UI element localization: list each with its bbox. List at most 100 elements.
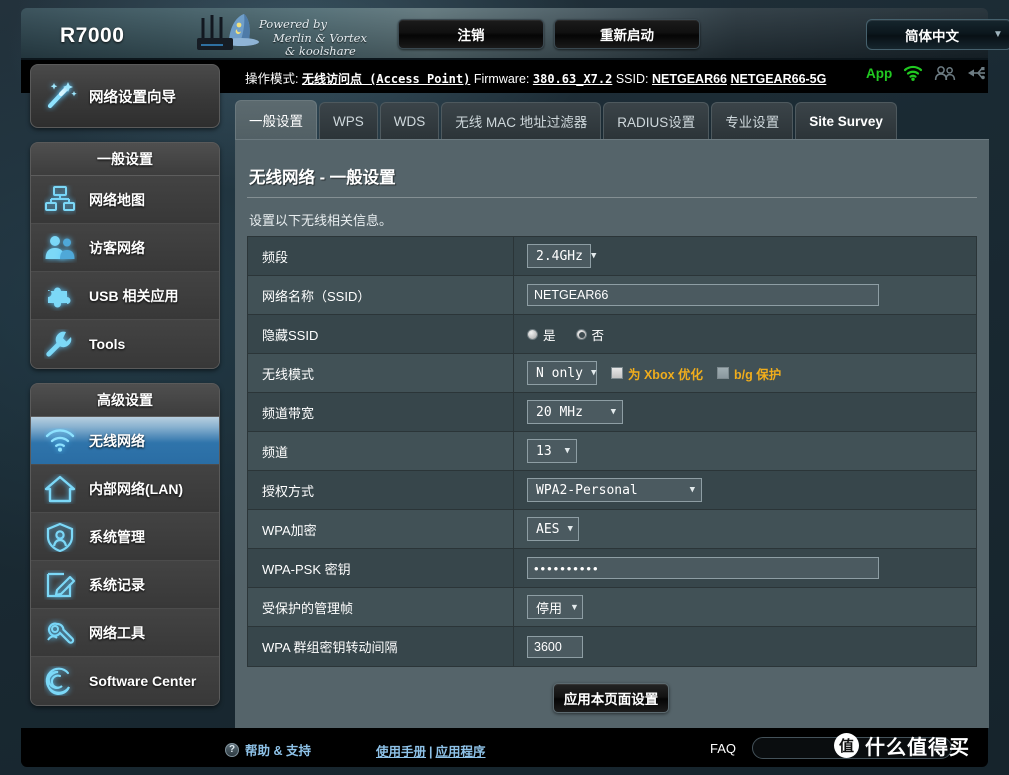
sidebar-group-advanced: 高级设置 无线网络 内部网络(LAN) 系统管理 系统记录 网络工具 Softw… — [30, 383, 220, 706]
manual-link[interactable]: 使用手册 — [376, 745, 426, 759]
sidebar-item-guest-network[interactable]: 访客网络 — [31, 224, 219, 272]
sidebar-item-network-tools[interactable]: 网络工具 — [31, 609, 219, 657]
hide-ssid-yes[interactable]: 是 — [527, 325, 556, 344]
tab-mac-filter[interactable]: 无线 MAC 地址过滤器 — [441, 102, 602, 139]
question-icon: ? — [225, 742, 239, 757]
sidebar-item-lan[interactable]: 内部网络(LAN) — [31, 465, 219, 513]
checkbox-icon — [611, 367, 623, 379]
tab-wps[interactable]: WPS — [319, 102, 378, 139]
user-admin-icon — [31, 522, 89, 552]
language-dropdown[interactable]: 简体中文 ▼ — [866, 19, 1009, 50]
page-title: 无线网络 - 一般设置 — [249, 169, 396, 187]
language-dropdown-value: 简体中文 — [905, 28, 959, 44]
row-label: WPA 群组密钥转动间隔 — [248, 627, 514, 666]
row-value: 13 ▼ — [514, 432, 976, 470]
wifi-icon[interactable] — [903, 65, 923, 81]
ssid-2g-link[interactable]: NETGEAR66 — [652, 72, 727, 86]
table-row: 隐藏SSID 是 否 — [248, 315, 976, 354]
bg-protection-checkbox[interactable]: b/g 保护 — [717, 364, 781, 383]
network-map-icon — [31, 185, 89, 215]
sidebar-item-software-center[interactable]: Software Center — [31, 657, 219, 705]
checkbox-label: 为 Xbox 优化 — [628, 367, 704, 382]
sidebar-item-usb-application[interactable]: USB 相关应用 — [31, 272, 219, 320]
sidebar-item-network-wizard[interactable]: 网络设置向导 — [31, 65, 219, 127]
chevron-down-icon: ▼ — [570, 602, 579, 612]
table-row: 频段 2.4GHz ▼ — [248, 237, 976, 276]
wpa-encryption-select[interactable]: AES ▼ — [527, 517, 579, 541]
users-icon[interactable] — [934, 65, 956, 81]
table-row: 授权方式 WPA2-Personal ▼ — [248, 471, 976, 510]
row-value: 20 MHz ▼ — [514, 393, 976, 431]
ssid-5g-link[interactable]: NETGEAR66-5G — [731, 72, 827, 86]
sidebar-item-label: 系统记录 — [89, 576, 145, 593]
watermark-badge: 值 — [834, 733, 859, 758]
sidebar-item-wireless[interactable]: 无线网络 — [31, 417, 219, 465]
reboot-button[interactable]: 重新启动 — [554, 19, 700, 49]
debian-swirl-icon — [31, 666, 89, 696]
wifi-icon — [31, 428, 89, 454]
home-icon — [31, 474, 89, 504]
row-label: 无线模式 — [248, 354, 514, 392]
sidebar-item-label: 内部网络(LAN) — [89, 480, 184, 497]
sidebar-item-administration[interactable]: 系统管理 — [31, 513, 219, 561]
sidebar-item-label: 网络地图 — [89, 191, 145, 208]
protected-management-frames-select[interactable]: 停用 ▼ — [527, 595, 583, 619]
channel-select[interactable]: 13 ▼ — [527, 439, 577, 463]
wpa-group-key-rotation-input[interactable]: 3600 — [527, 635, 583, 658]
row-label: 受保护的管理帧 — [248, 588, 514, 626]
tab-general[interactable]: 一般设置 — [235, 100, 317, 139]
logout-button[interactable]: 注销 — [398, 19, 544, 49]
apps-link[interactable]: 应用程序 — [436, 745, 486, 759]
row-label: WPA-PSK 密钥 — [248, 549, 514, 587]
sidebar-item-network-map[interactable]: 网络地图 — [31, 176, 219, 224]
status-icon-group: App — [866, 65, 987, 81]
authentication-method-value: WPA2-Personal — [536, 482, 638, 498]
sidebar-item-system-log[interactable]: 系统记录 — [31, 561, 219, 609]
row-value: 停用 ▼ — [514, 588, 976, 626]
firmware-version[interactable]: 380.63_X7.2 — [533, 72, 612, 86]
hide-ssid-no[interactable]: 否 — [575, 325, 604, 344]
wpa-psk-input[interactable]: •••••••••• — [527, 557, 879, 579]
ssid-input[interactable]: NETGEAR66 — [527, 284, 879, 306]
row-value: 是 否 — [514, 315, 976, 353]
channel-bandwidth-select[interactable]: 20 MHz ▼ — [527, 400, 623, 424]
xbox-optimize-checkbox[interactable]: 为 Xbox 优化 — [611, 364, 703, 383]
sidebar-item-label: USB 相关应用 — [89, 287, 179, 304]
watermark-text: 什么值得买 — [865, 737, 970, 759]
apply-settings-button[interactable]: 应用本页面设置 — [553, 683, 669, 713]
link-separator: | — [429, 745, 433, 759]
radio-label: 是 — [543, 328, 556, 343]
row-value: 3600 — [514, 627, 976, 666]
band-select-value: 2.4GHz — [536, 248, 583, 264]
tab-professional[interactable]: 专业设置 — [711, 102, 794, 139]
edit-note-icon — [31, 570, 89, 600]
row-value: •••••••••• — [514, 549, 976, 587]
band-select[interactable]: 2.4GHz ▼ — [527, 244, 596, 268]
content-panel: 无线网络 - 一般设置 设置以下无线相关信息。 频段 2.4GHz ▼ 网络名称… — [235, 139, 989, 728]
firmware-label: Firmware: — [473, 72, 530, 86]
tab-radius[interactable]: RADIUS设置 — [603, 102, 710, 139]
wpa-encryption-value: AES — [536, 521, 560, 537]
row-value: WPA2-Personal ▼ — [514, 471, 976, 509]
footer-links: 使用手册 | 应用程序 — [376, 741, 486, 760]
chevron-down-icon: ▼ — [564, 446, 570, 456]
row-value: 2.4GHz ▼ — [514, 237, 976, 275]
operation-mode-label: 操作模式: — [245, 72, 299, 86]
app-label[interactable]: App — [866, 66, 892, 81]
row-label: 隐藏SSID — [248, 315, 514, 353]
wireless-mode-value: N only — [536, 365, 583, 381]
wireless-mode-select[interactable]: N only ▼ — [527, 361, 597, 385]
protected-management-frames-value: 停用 — [536, 600, 563, 616]
table-row: WPA-PSK 密钥 •••••••••• — [248, 549, 976, 588]
sidebar-group-general-title: 一般设置 — [31, 143, 219, 176]
chevron-down-icon: ▼ — [567, 524, 573, 534]
tab-site-survey[interactable]: Site Survey — [795, 102, 897, 139]
ssid-label: SSID: — [615, 72, 649, 86]
sidebar-item-tools[interactable]: Tools — [31, 320, 219, 368]
authentication-method-select[interactable]: WPA2-Personal ▼ — [527, 478, 702, 502]
help-support-link[interactable]: ? 帮助 & 支持 — [225, 740, 311, 759]
tab-wds[interactable]: WDS — [379, 102, 440, 139]
operation-mode-value[interactable]: 无线访问点 (Access Point) — [302, 72, 470, 86]
sidebar-item-label: 网络工具 — [89, 624, 145, 641]
usb-icon[interactable] — [967, 65, 987, 81]
